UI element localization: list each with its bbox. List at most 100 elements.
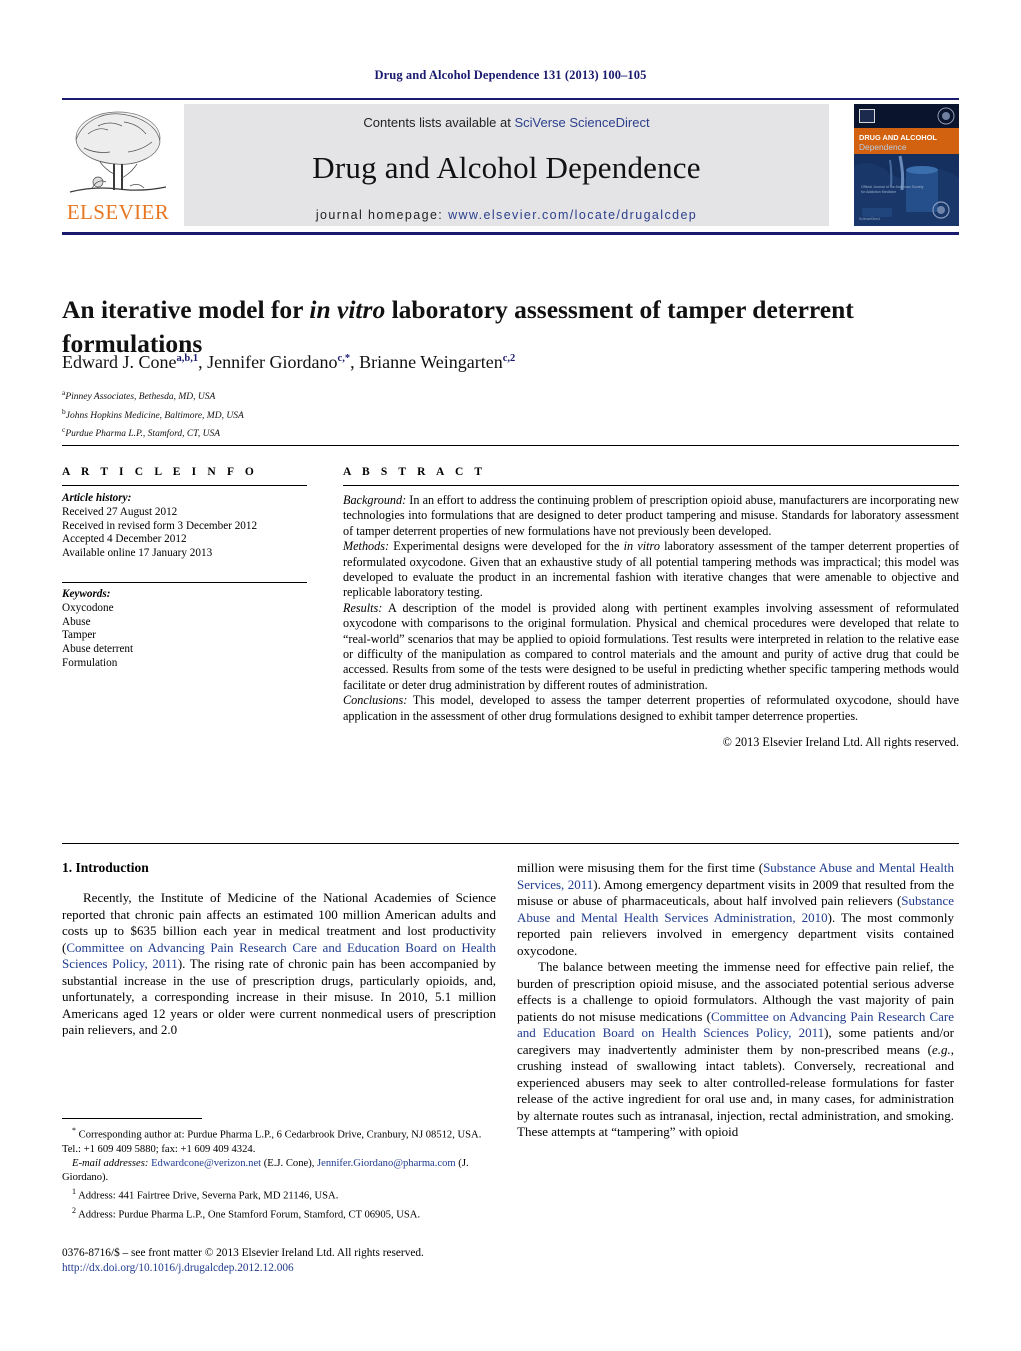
issn-copyright-block: 0376-8716/$ – see front matter © 2013 El… — [62, 1246, 532, 1276]
body-paragraph: The balance between meeting the immense … — [517, 959, 954, 1141]
cover-title-line1: DRUG AND ALCOHOL — [859, 133, 937, 142]
journal-cover-thumbnail: DRUG AND ALCOHOL Dependence Official Jou… — [854, 104, 959, 226]
affiliation-list: aPinney Associates, Bethesda, MD, USA bJ… — [62, 386, 562, 442]
abstract-rule — [343, 485, 959, 486]
footnote-address-2: 2 Address: Purdue Pharma L.P., One Stamf… — [62, 1204, 496, 1223]
affiliation-text: Pinney Associates, Bethesda, MD, USA — [65, 392, 216, 403]
abstract-background-label: Background: — [343, 493, 407, 507]
footnote-text: Address: 441 Fairtree Drive, Severna Par… — [76, 1190, 339, 1202]
abstract-paragraph-results: Results: A description of the model is p… — [343, 601, 959, 693]
svg-text:for Addiction Medicine: for Addiction Medicine — [861, 190, 896, 194]
journal-title: Drug and Alcohol Dependence — [312, 150, 701, 185]
doi-link[interactable]: http://dx.doi.org/10.1016/j.drugalcdep.2… — [62, 1261, 532, 1276]
abstract-results-label: Results: — [343, 600, 383, 615]
abstract-paragraph-background: Background: In an effort to address the … — [343, 493, 959, 539]
article-info-section: A R T I C L E I N F O Article history: R… — [62, 466, 307, 671]
affiliation-text: Johns Hopkins Medicine, Baltimore, MD, U… — [65, 410, 244, 421]
author-name: Edward J. Cone — [62, 352, 177, 372]
abstract-body: Background: In an effort to address the … — [343, 493, 959, 751]
abstract-bottom-divider — [62, 843, 959, 844]
author-affiliation-marker[interactable]: c,* — [338, 353, 351, 364]
issn-line: 0376-8716/$ – see front matter © 2013 El… — [62, 1247, 424, 1259]
history-item: Received in revised form 3 December 2012 — [62, 519, 258, 532]
elsevier-wordmark: ELSEVIER — [66, 200, 170, 224]
elsevier-tree-icon — [68, 108, 168, 198]
footnote-text: Address: Purdue Pharma L.P., One Stamfor… — [76, 1209, 421, 1221]
elsevier-logo: ELSEVIER — [62, 104, 174, 226]
body-paragraph: Recently, the Institute of Medicine of t… — [62, 890, 496, 1039]
keywords-rule — [62, 581, 307, 583]
author-name: Brianne Weingarten — [359, 352, 503, 372]
article-info-heading: A R T I C L E I N F O — [62, 466, 258, 478]
abstract-results-text: A description of the model is provided a… — [343, 600, 959, 692]
contents-available-line: Contents lists available at SciVerse Sci… — [184, 115, 829, 130]
affiliation-item: cPurdue Pharma L.P., Stamford, CT, USA — [62, 423, 562, 442]
masthead-center-panel: Contents lists available at SciVerse Sci… — [184, 104, 829, 226]
history-item: Available online 17 January 2013 — [62, 547, 213, 560]
journal-masthead: ELSEVIER Contents lists available at Sci… — [62, 104, 959, 226]
keyword-item[interactable]: Tamper — [62, 629, 307, 643]
abstract-methods-label: Methods: — [343, 539, 390, 554]
journal-cover-svg: DRUG AND ALCOHOL Dependence Official Jou… — [854, 104, 959, 226]
journal-homepage-line: journal homepage: www.elsevier.com/locat… — [184, 208, 829, 222]
abstract-background-text: In an effort to address the continuing p… — [343, 493, 959, 538]
article-title-part1: An iterative model for — [62, 295, 310, 325]
article-info-rule — [62, 485, 307, 486]
keyword-item[interactable]: Abuse — [62, 616, 307, 630]
body-paragraph: million were misusing them for the first… — [517, 860, 954, 959]
history-item: Accepted 4 December 2012 — [62, 533, 187, 546]
journal-article-page: Drug and Alcohol Dependence 131 (2013) 1… — [0, 0, 1021, 1351]
affiliation-item: bJohns Hopkins Medicine, Baltimore, MD, … — [62, 405, 562, 424]
homepage-url-link[interactable]: www.elsevier.com/locate/drugalcdep — [448, 208, 697, 222]
email-link-giordano[interactable]: Jennifer.Giordano@pharma.com — [317, 1158, 456, 1169]
affiliation-item: aPinney Associates, Bethesda, MD, USA — [62, 386, 562, 405]
footnote-rule — [62, 1118, 202, 1119]
email-addresses-label: E-mail addresses: — [72, 1157, 149, 1169]
contents-prefix-text: Contents lists available at — [363, 115, 515, 130]
abstract-conclusions-label: Conclusions: — [343, 693, 408, 708]
article-history-label: Article history: — [62, 492, 132, 504]
affiliation-text: Purdue Pharma L.P., Stamford, CT, USA — [65, 429, 220, 440]
abstract-methods-text-1: Experimental designs were developed for … — [389, 539, 624, 554]
author-affiliation-marker[interactable]: c,2 — [503, 353, 516, 364]
section-heading-introduction: 1. Introduction — [62, 860, 149, 875]
keywords-body: Keywords: Oxycodone Abuse Tamper Abuse d… — [62, 588, 307, 671]
abstract-section: A B S T R A C T Background: In an effort… — [343, 466, 959, 751]
body-column-left: 1. Introduction Recently, the Institute … — [62, 860, 496, 1039]
author-list: Edward J. Conea,b,1, Jennifer Giordanoc,… — [62, 352, 516, 372]
title-block-divider — [62, 445, 959, 446]
footnote-corresponding-author: * Corresponding author at: Purdue Pharma… — [62, 1124, 496, 1157]
running-head: Drug and Alcohol Dependence 131 (2013) 1… — [374, 68, 647, 82]
article-history-block: Article history: Received 27 August 2012… — [62, 492, 307, 561]
masthead-top-rule — [62, 98, 959, 100]
abstract-methods-italic: in vitro — [623, 539, 660, 554]
cover-title-line2: Dependence — [859, 142, 907, 152]
footnote-emails: E-mail addresses: Edwardcone@verizon.net… — [62, 1157, 496, 1185]
author-name: Jennifer Giordano — [207, 352, 338, 372]
article-title: An iterative model for in vitro laborato… — [62, 293, 892, 361]
svg-text:Official Journal of the Americ: Official Journal of the American Society — [861, 185, 924, 189]
abstract-paragraph-methods: Methods: Experimental designs were devel… — [343, 539, 959, 601]
keyword-item[interactable]: Oxycodone — [62, 602, 307, 616]
author-affiliation-marker[interactable]: a,b,1 — [176, 353, 198, 364]
footnote-block: * Corresponding author at: Purdue Pharma… — [62, 1124, 496, 1223]
paragraph-italic: e.g. — [931, 1041, 951, 1057]
abstract-conclusions-text: This model, developed to assess the tamp… — [343, 693, 959, 723]
abstract-paragraph-conclusions: Conclusions: This model, developed to as… — [343, 693, 959, 724]
body-column-right: million were misusing them for the first… — [517, 860, 954, 1141]
history-item: Received 27 August 2012 — [62, 505, 178, 518]
svg-text:ScienceDirect: ScienceDirect — [859, 217, 880, 221]
footnote-text: Corresponding author at: Purdue Pharma L… — [62, 1129, 482, 1155]
footnote-address-1: 1 Address: 441 Fairtree Drive, Severna P… — [62, 1185, 496, 1204]
paragraph-text: million were misusing them for the first… — [517, 860, 764, 875]
email-link-cone[interactable]: Edwardcone@verizon.net — [151, 1158, 261, 1169]
article-title-italic: in vitro — [309, 295, 386, 325]
masthead-bottom-rule — [62, 232, 959, 235]
keywords-block: Keywords: Oxycodone Abuse Tamper Abuse d… — [62, 581, 307, 671]
sciencedirect-link[interactable]: SciVerse ScienceDirect — [514, 115, 649, 130]
abstract-copyright: © 2013 Elsevier Ireland Ltd. All rights … — [722, 735, 959, 750]
elsevier-tree-svg — [69, 111, 167, 193]
keywords-label: Keywords: — [62, 587, 111, 600]
keyword-item[interactable]: Abuse deterrent — [62, 643, 307, 657]
keyword-item[interactable]: Formulation — [62, 657, 307, 671]
